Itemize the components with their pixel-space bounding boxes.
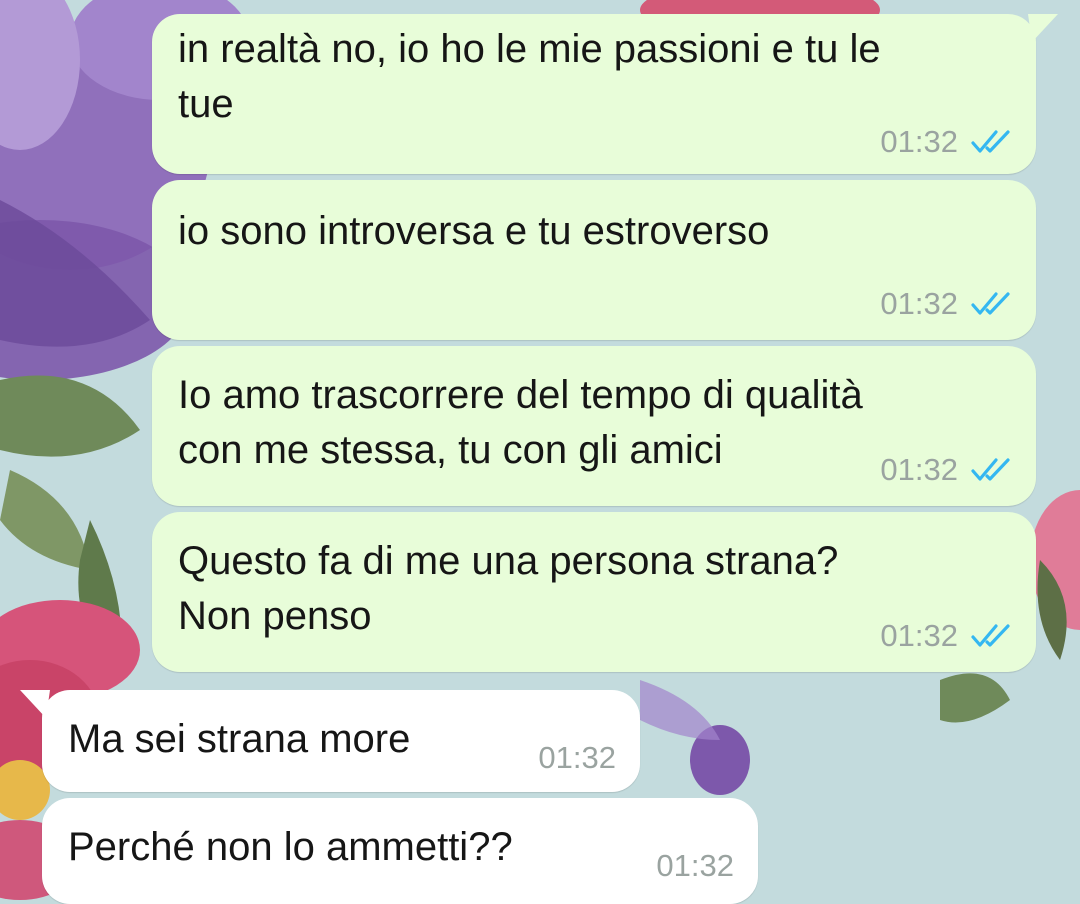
message-text: io sono introversa e tu estroverso: [178, 209, 770, 253]
message-text: Io amo trascorrere del tempo di qualità …: [178, 373, 863, 472]
message-time: 01:32: [880, 618, 958, 653]
double-check-icon: [971, 292, 1010, 315]
message-text: Perché non lo ammetti??: [68, 825, 513, 869]
message-time: 01:32: [656, 848, 734, 883]
double-check-icon: [971, 624, 1010, 647]
message-meta: 01:32: [538, 740, 616, 776]
message-text: in realtà no, io ho le mie passioni e tu…: [178, 27, 881, 126]
message-meta: 01:32: [880, 452, 1016, 488]
incoming-message[interactable]: Ma sei strana more 01:32: [20, 690, 640, 792]
incoming-message[interactable]: Perché non lo ammetti?? 01:32: [42, 798, 758, 904]
outgoing-message[interactable]: in realtà no, io ho le mie passioni e tu…: [152, 14, 1058, 174]
double-check-icon: [971, 458, 1010, 481]
message-text: Ma sei strana more: [68, 717, 411, 761]
message-meta: 01:32: [880, 286, 1016, 322]
message-meta: 01:32: [880, 618, 1016, 654]
bubble-tail: [1028, 14, 1058, 42]
message-time: 01:32: [880, 286, 958, 321]
double-check-icon: [971, 130, 1010, 153]
chat-message-list[interactable]: in realtà no, io ho le mie passioni e tu…: [0, 0, 1080, 904]
message-meta: 01:32: [880, 124, 1016, 160]
message-text: Questo fa di me una persona strana? Non …: [178, 539, 839, 638]
outgoing-message[interactable]: Questo fa di me una persona strana? Non …: [152, 512, 1036, 672]
message-time: 01:32: [538, 740, 616, 775]
message-time: 01:32: [880, 452, 958, 487]
bubble-tail: [20, 690, 50, 718]
outgoing-message[interactable]: Io amo trascorrere del tempo di qualità …: [152, 346, 1036, 506]
outgoing-message[interactable]: io sono introversa e tu estroverso 01:32: [152, 180, 1036, 340]
message-time: 01:32: [880, 124, 958, 159]
message-meta: 01:32: [656, 848, 734, 884]
